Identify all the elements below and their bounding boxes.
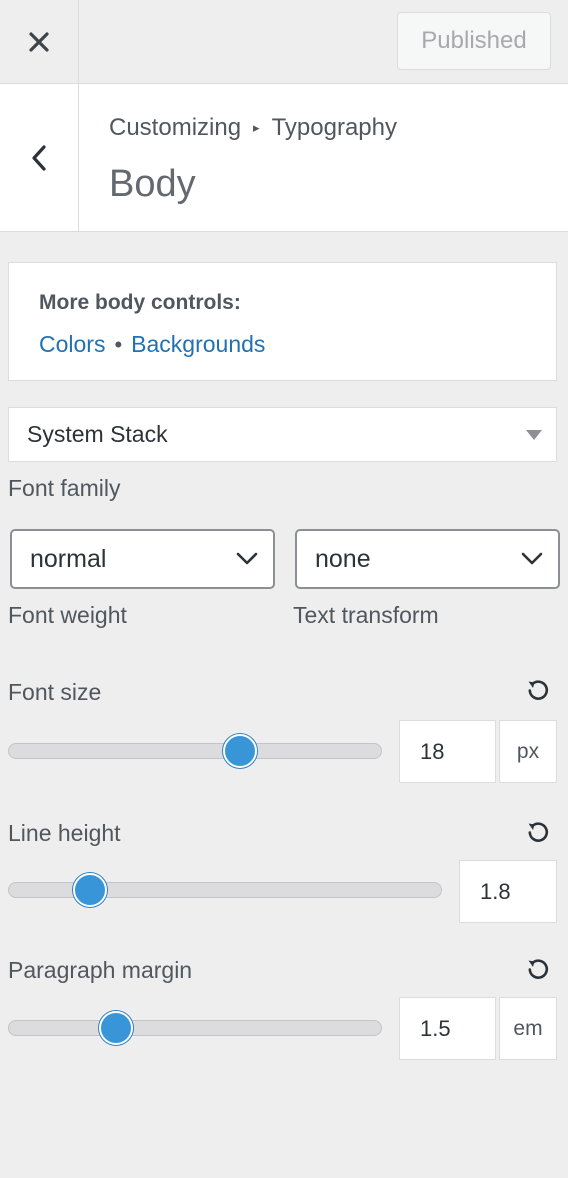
chevron-down-icon: [521, 552, 543, 565]
font-family-label: Font family: [8, 475, 121, 501]
section-header: Customizing ▸ Typography Body: [0, 84, 568, 232]
font-weight-select[interactable]: normal: [10, 529, 275, 589]
font-family-value: System Stack: [27, 421, 168, 447]
breadcrumb-parent: Typography: [271, 114, 397, 141]
breadcrumb-root: Customizing: [109, 114, 242, 141]
more-controls-links: Colors • Backgrounds: [39, 331, 265, 358]
published-button[interactable]: Published: [397, 12, 551, 70]
font-weight-value: normal: [30, 544, 107, 573]
backgrounds-link[interactable]: Backgrounds: [131, 331, 265, 358]
reset-icon[interactable]: [525, 819, 551, 845]
breadcrumb-separator: ▸: [253, 120, 260, 135]
link-separator: •: [114, 331, 123, 357]
caret-down-icon: [526, 430, 542, 440]
font-size-slider[interactable]: [8, 743, 382, 759]
chevron-down-icon: [236, 552, 258, 565]
paragraph-margin-slider[interactable]: [8, 1020, 382, 1036]
line-height-slider-thumb[interactable]: [73, 873, 108, 907]
chevron-left-icon: [32, 144, 46, 171]
font-size-label: Font size: [8, 679, 102, 705]
paragraph-margin-input[interactable]: 1.5: [399, 997, 496, 1060]
paragraph-margin-unit: em: [499, 997, 557, 1060]
reset-icon[interactable]: [525, 677, 551, 703]
colors-link[interactable]: Colors: [39, 331, 105, 358]
font-size-slider-thumb[interactable]: [222, 734, 257, 768]
text-transform-value: none: [315, 544, 371, 573]
text-transform-select[interactable]: none: [295, 529, 560, 589]
close-icon: [29, 31, 49, 52]
font-size-unit: px: [499, 720, 557, 783]
line-height-input[interactable]: 1.8: [459, 860, 557, 923]
more-controls-heading: More body controls:: [39, 291, 241, 314]
more-controls-card: More body controls: Colors • Backgrounds: [8, 262, 557, 381]
reset-icon[interactable]: [525, 956, 551, 982]
section-title: Body: [109, 163, 196, 205]
font-family-select[interactable]: System Stack: [8, 407, 557, 462]
paragraph-margin-label: Paragraph margin: [8, 957, 193, 983]
paragraph-margin-slider-thumb[interactable]: [99, 1011, 134, 1045]
line-height-label: Line height: [8, 820, 121, 846]
breadcrumb: Customizing ▸ Typography: [109, 114, 397, 142]
customizer-header: Published: [0, 0, 568, 84]
text-transform-label: Text transform: [293, 602, 439, 628]
font-size-input[interactable]: 18: [399, 720, 496, 783]
back-button[interactable]: [0, 84, 79, 231]
font-weight-label: Font weight: [8, 602, 127, 628]
close-button[interactable]: [0, 0, 79, 83]
